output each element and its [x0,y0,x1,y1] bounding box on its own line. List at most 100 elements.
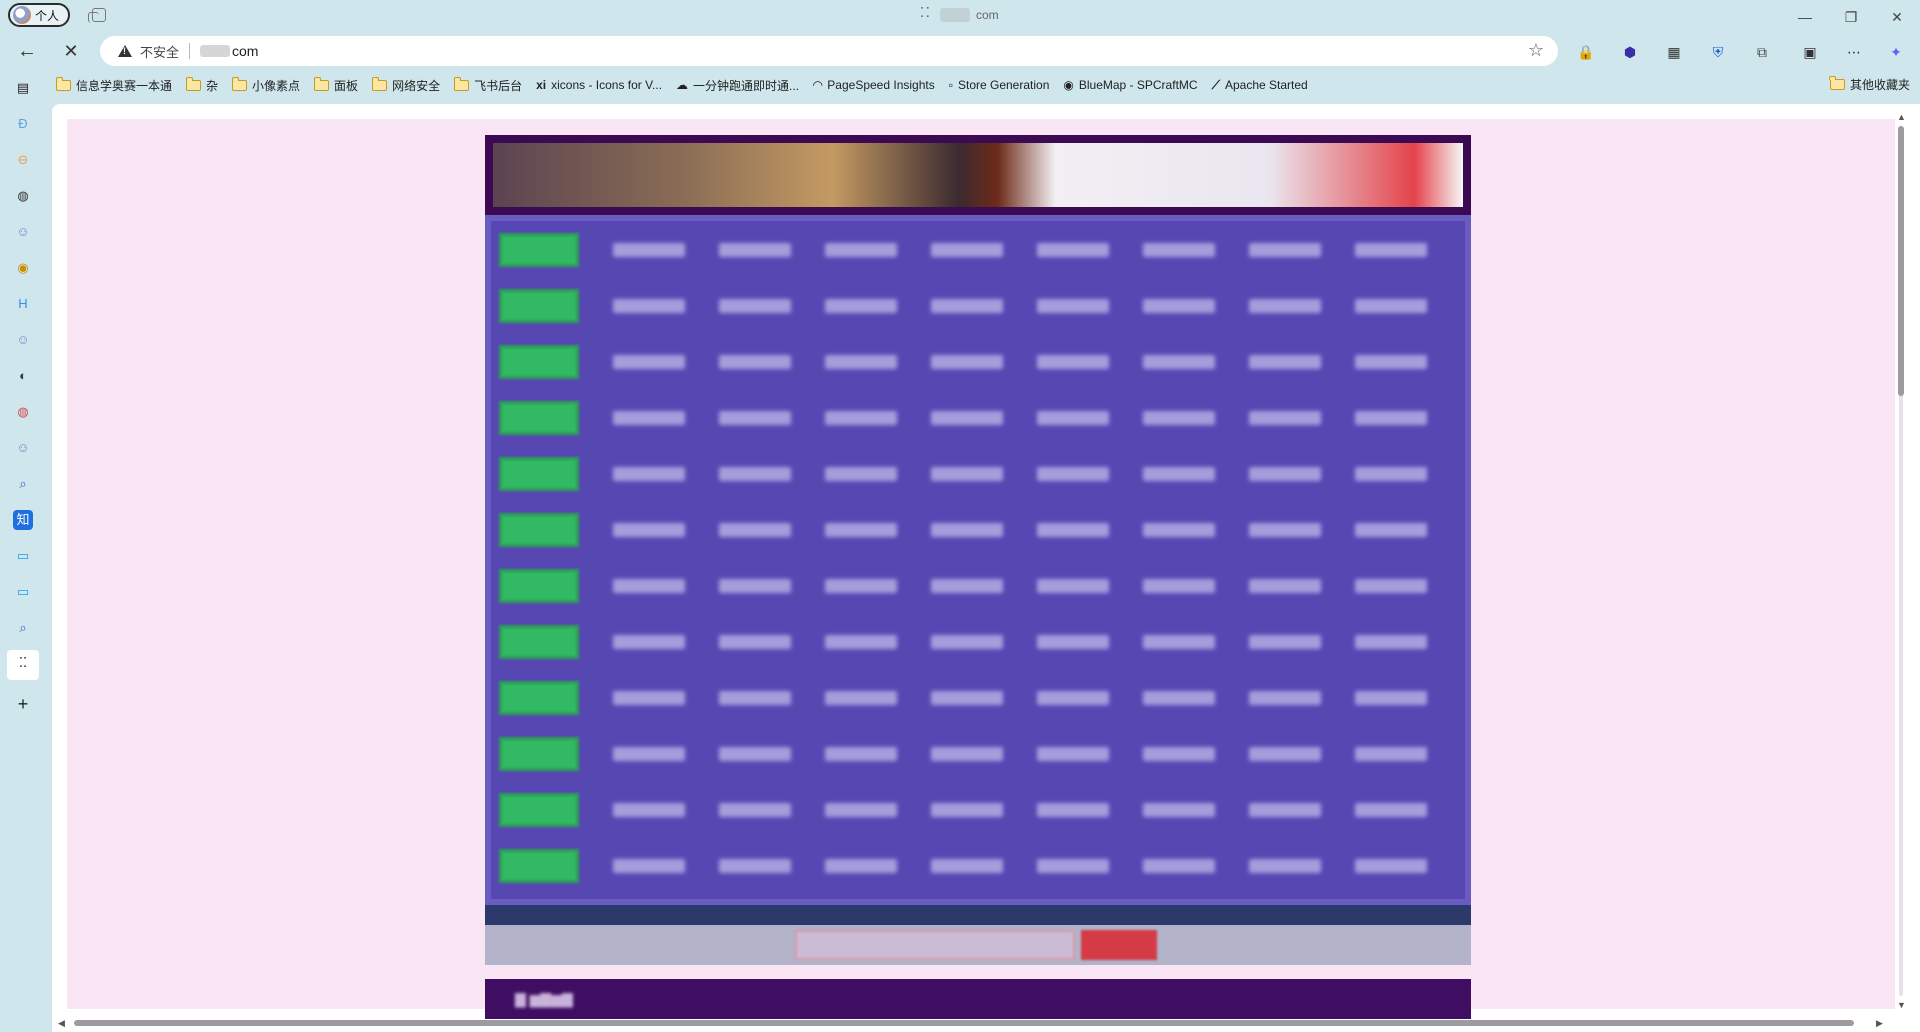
tab-red-icon[interactable]: ◍ [13,402,33,422]
link-cell[interactable] [1143,859,1215,873]
category-tag[interactable] [499,401,579,435]
url-text[interactable]: com [200,43,258,59]
link-cell[interactable] [1355,299,1427,313]
link-cell[interactable] [719,299,791,313]
extension-lock-icon[interactable]: 🔒 [1576,42,1596,62]
link-cell[interactable] [1143,299,1215,313]
link-cell[interactable] [1249,411,1321,425]
category-tag[interactable] [499,513,579,547]
link-cell[interactable] [1037,635,1109,649]
link-cell[interactable] [613,243,685,257]
restore-button[interactable]: ❐ [1836,6,1866,28]
link-cell[interactable] [613,411,685,425]
tab-avatar2-icon[interactable]: ☺ [13,330,33,350]
link-cell[interactable] [1249,691,1321,705]
other-bookmarks[interactable]: 其他收藏夹 [1829,76,1910,93]
link-cell[interactable] [825,523,897,537]
bookmark-11[interactable]: ⟋ Apache Started [1212,78,1308,93]
category-tag[interactable] [499,793,579,827]
link-cell[interactable] [1143,803,1215,817]
back-button[interactable]: ← [14,40,40,64]
link-cell[interactable] [1037,355,1109,369]
link-cell[interactable] [1143,523,1215,537]
close-window-button[interactable]: ✕ [1882,6,1912,28]
bookmark-8[interactable]: ◠ PageSpeed Insights [813,78,935,92]
bookmark-9[interactable]: ▫ Store Generation [949,78,1050,92]
profile-button[interactable]: 个人 [8,3,70,27]
bookmark-0[interactable]: 信息学奥赛一本通 [55,76,172,94]
link-cell[interactable] [1355,411,1427,425]
link-cell[interactable] [931,299,1003,313]
link-cell[interactable] [613,803,685,817]
tab-avatar-icon[interactable]: ☺ [13,222,33,242]
link-cell[interactable] [1249,579,1321,593]
link-cell[interactable] [931,747,1003,761]
link-cell[interactable] [1249,859,1321,873]
link-cell[interactable] [1143,747,1215,761]
link-cell[interactable] [825,299,897,313]
link-cell[interactable] [613,523,685,537]
link-cell[interactable] [825,747,897,761]
bookmark-2[interactable]: 小像素点 [231,76,300,94]
link-cell[interactable] [1249,803,1321,817]
bookmark-7[interactable]: ☁ 一分钟跑通即时通... [676,77,799,94]
tab-title[interactable]: com [920,5,999,22]
more-menu-icon[interactable]: ⋯ [1844,42,1864,62]
bookmark-1[interactable]: 杂 [185,76,218,94]
link-cell[interactable] [1355,635,1427,649]
link-cell[interactable] [613,747,685,761]
link-cell[interactable] [1249,467,1321,481]
link-cell[interactable] [931,579,1003,593]
link-cell[interactable] [1037,243,1109,257]
link-cell[interactable] [719,803,791,817]
link-cell[interactable] [1355,859,1427,873]
category-tag[interactable] [499,569,579,603]
scroll-up-icon[interactable]: ▲ [1897,112,1906,122]
link-cell[interactable] [719,411,791,425]
search-button[interactable] [1081,930,1157,960]
tab-bilibili-icon[interactable]: ▭ [13,546,33,566]
category-tag[interactable] [499,625,579,659]
tab-actions-icon[interactable] [88,8,106,23]
link-cell[interactable] [1355,747,1427,761]
link-cell[interactable] [719,467,791,481]
link-cell[interactable] [825,355,897,369]
link-cell[interactable] [1037,859,1109,873]
link-cell[interactable] [1355,243,1427,257]
extension-qr-icon[interactable]: ▦ [1664,42,1684,62]
link-cell[interactable] [613,859,685,873]
collections-icon[interactable]: ▣ [1800,42,1820,62]
category-tag[interactable] [499,233,579,267]
link-cell[interactable] [613,299,685,313]
category-tag[interactable] [499,345,579,379]
minimize-button[interactable]: — [1790,6,1820,28]
link-cell[interactable] [1249,243,1321,257]
link-cell[interactable] [931,411,1003,425]
link-cell[interactable] [613,635,685,649]
bookmark-3[interactable]: 面板 [313,76,358,94]
link-cell[interactable] [931,523,1003,537]
link-cell[interactable] [931,691,1003,705]
tab-github-icon[interactable]: ◍ [13,186,33,206]
extension-hex-icon[interactable]: ⬢ [1620,42,1640,62]
link-cell[interactable] [825,803,897,817]
link-cell[interactable] [931,355,1003,369]
tab-panel-icon[interactable]: ▤ [13,78,33,98]
link-cell[interactable] [1037,579,1109,593]
link-cell[interactable] [931,467,1003,481]
link-cell[interactable] [1355,579,1427,593]
copilot-icon[interactable]: ✦ [1886,42,1906,62]
search-input[interactable] [795,930,1075,960]
link-cell[interactable] [613,355,685,369]
bookmark-4[interactable]: 网络安全 [371,76,440,94]
tab-search-icon[interactable]: ⌕ [13,474,33,494]
horizontal-scrollbar[interactable]: ◀ ▶ [58,1018,1898,1028]
link-cell[interactable] [1143,355,1215,369]
link-cell[interactable] [1143,579,1215,593]
link-cell[interactable] [1143,411,1215,425]
scroll-left-icon[interactable]: ◀ [58,1018,65,1029]
category-tag[interactable] [499,681,579,715]
link-cell[interactable] [1037,299,1109,313]
link-cell[interactable] [931,635,1003,649]
stop-loading-button[interactable]: ✕ [58,40,84,64]
